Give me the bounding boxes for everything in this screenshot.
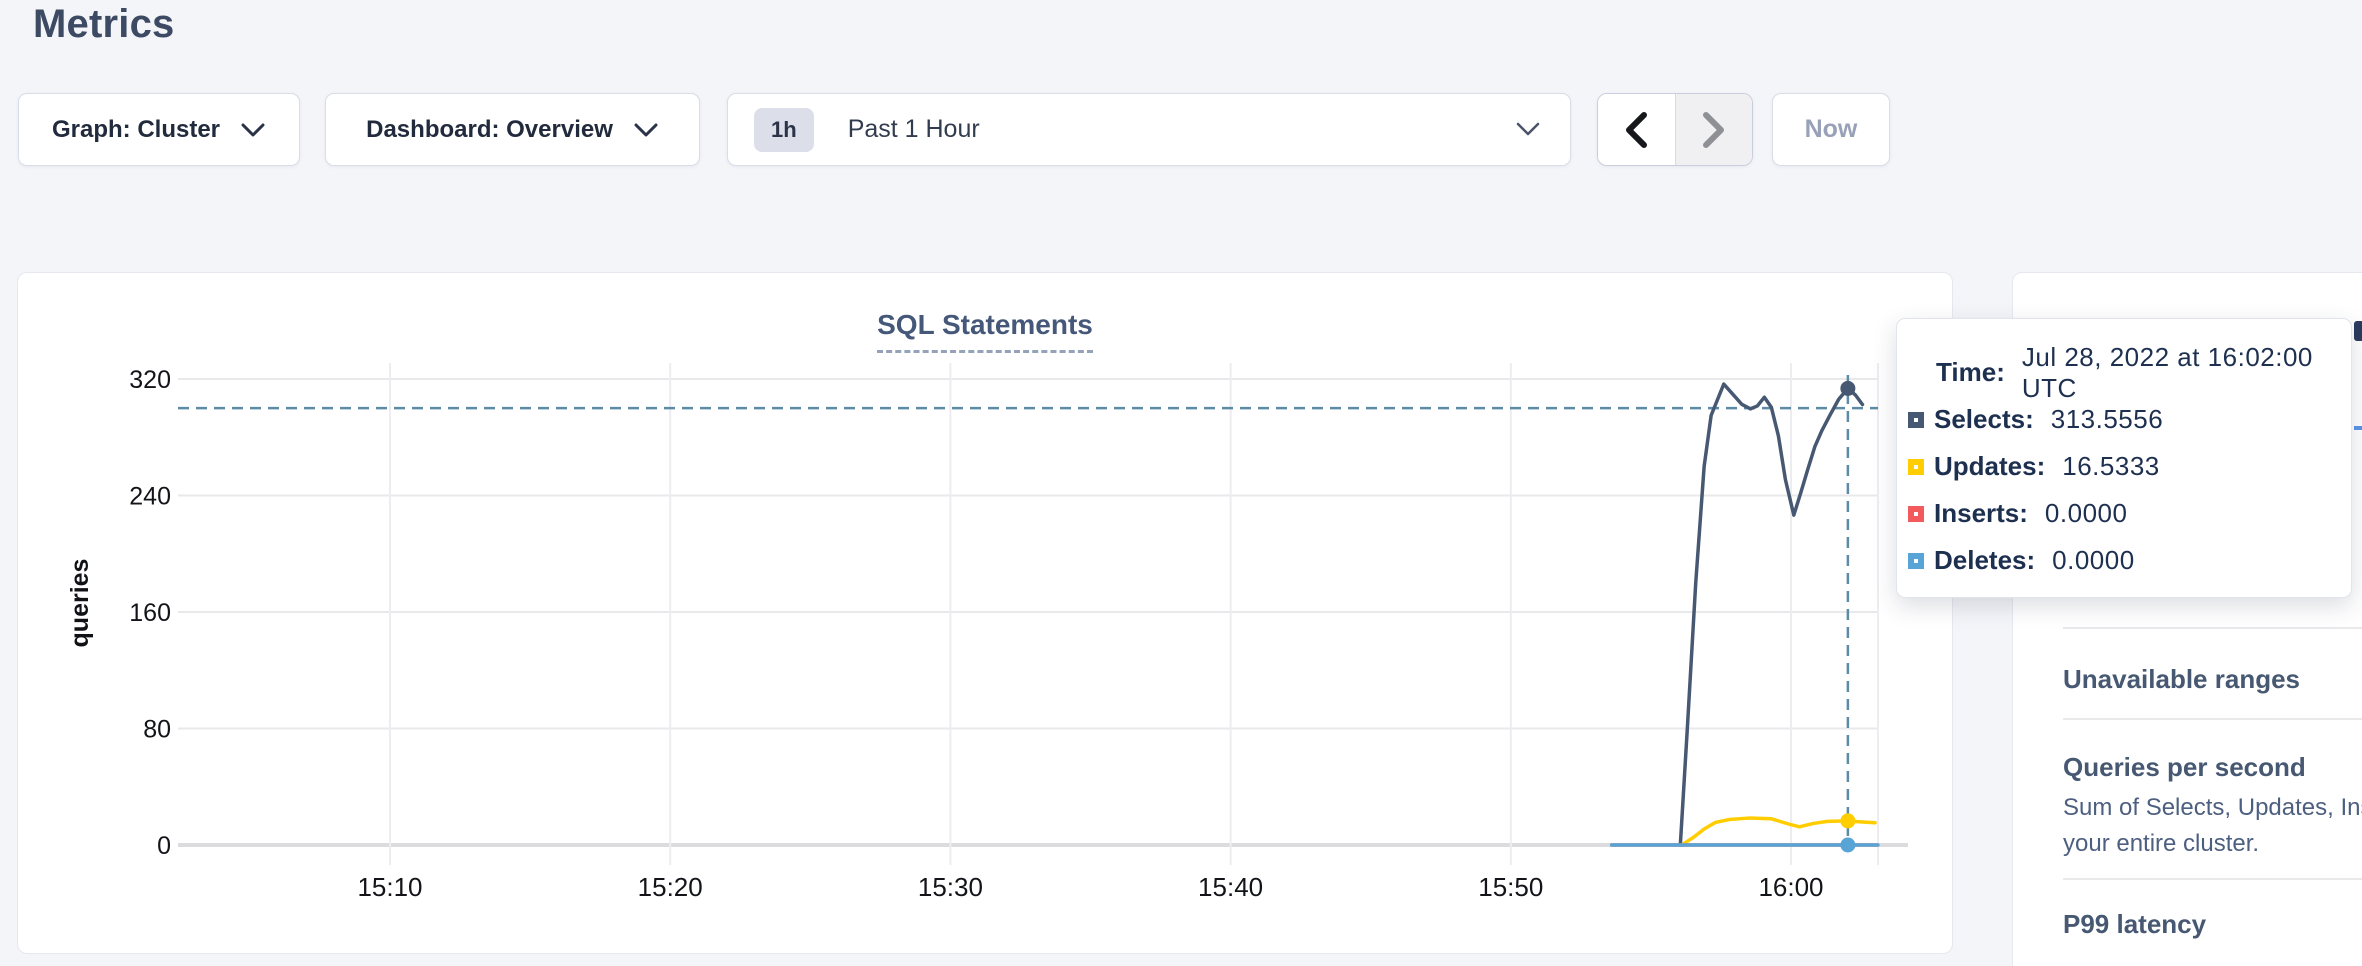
time-window-pager (1597, 93, 1753, 166)
chevron-down-icon (240, 122, 266, 138)
deletes-series-swatch-icon (1908, 553, 1924, 569)
svg-text:240: 240 (129, 483, 171, 511)
divider (2063, 718, 2362, 720)
dashboard-dropdown[interactable]: Dashboard: Overview (325, 93, 700, 166)
chart-panel: SQL Statements 08016024032015:1015:2015:… (17, 272, 1953, 954)
now-button[interactable]: Now (1772, 93, 1890, 166)
summary-stat-description-line2: your entire cluster. (2063, 830, 2259, 858)
svg-text:160: 160 (129, 599, 171, 627)
tooltip-row-deletes: Deletes: 0.0000 (1897, 537, 2351, 584)
graph-dropdown-label: Graph: Cluster (52, 116, 220, 144)
clipped-link-fragment (2354, 426, 2362, 430)
chart-tooltip: Time: Jul 28, 2022 at 16:02:00 UTC Selec… (1896, 318, 2352, 598)
svg-text:15:50: 15:50 (1478, 872, 1543, 902)
time-range-dropdown[interactable]: 1h Past 1 Hour (727, 93, 1571, 166)
svg-text:320: 320 (129, 366, 171, 394)
time-window-badge: 1h (754, 108, 814, 152)
svg-text:15:20: 15:20 (638, 872, 703, 902)
summary-stat-unavailable-ranges: Unavailable ranges (2063, 664, 2300, 695)
svg-text:15:10: 15:10 (357, 872, 422, 902)
inserts-series-swatch-icon (1908, 506, 1924, 522)
chevron-down-icon (633, 122, 659, 138)
svg-text:15:30: 15:30 (918, 872, 983, 902)
time-range-label: Past 1 Hour (848, 115, 1516, 144)
svg-text:16:00: 16:00 (1758, 872, 1823, 902)
prev-time-window-button[interactable] (1598, 94, 1675, 165)
tooltip-time-label: Time: (1936, 357, 2005, 388)
svg-text:0: 0 (157, 832, 171, 860)
tooltip-time-value: Jul 28, 2022 at 16:02:00 UTC (2022, 342, 2351, 404)
summary-stat-p99-latency: P99 latency (2063, 909, 2206, 940)
tooltip-row-inserts: Inserts: 0.0000 (1897, 490, 2351, 537)
tooltip-row-updates: Updates: 16.5333 (1897, 443, 2351, 490)
svg-text:queries: queries (66, 559, 94, 648)
page-title: Metrics (33, 2, 174, 47)
chevron-right-icon (1701, 111, 1727, 149)
svg-text:15:40: 15:40 (1198, 872, 1263, 902)
chevron-down-icon (1516, 122, 1540, 137)
summary-stat-queries-per-second: Queries per second (2063, 752, 2306, 783)
next-time-window-button[interactable] (1675, 94, 1753, 165)
sql-statements-chart[interactable]: 0 80 160 240 320 15:10 15:20 15:30 15:40 15:50 16:… (18, 273, 1951, 952)
clipped-text-fragment (2354, 321, 2362, 341)
divider (2063, 627, 2362, 629)
summary-stat-description-line1: Sum of Selects, Updates, Inserts and Del… (2063, 794, 2362, 822)
graph-dropdown[interactable]: Graph: Cluster (18, 93, 300, 166)
divider (2063, 878, 2362, 880)
dashboard-dropdown-label: Dashboard: Overview (366, 116, 613, 144)
chevron-left-icon (1623, 111, 1649, 149)
updates-series-swatch-icon (1908, 459, 1924, 475)
selects-series-swatch-icon (1908, 412, 1924, 428)
svg-text:80: 80 (143, 716, 171, 744)
